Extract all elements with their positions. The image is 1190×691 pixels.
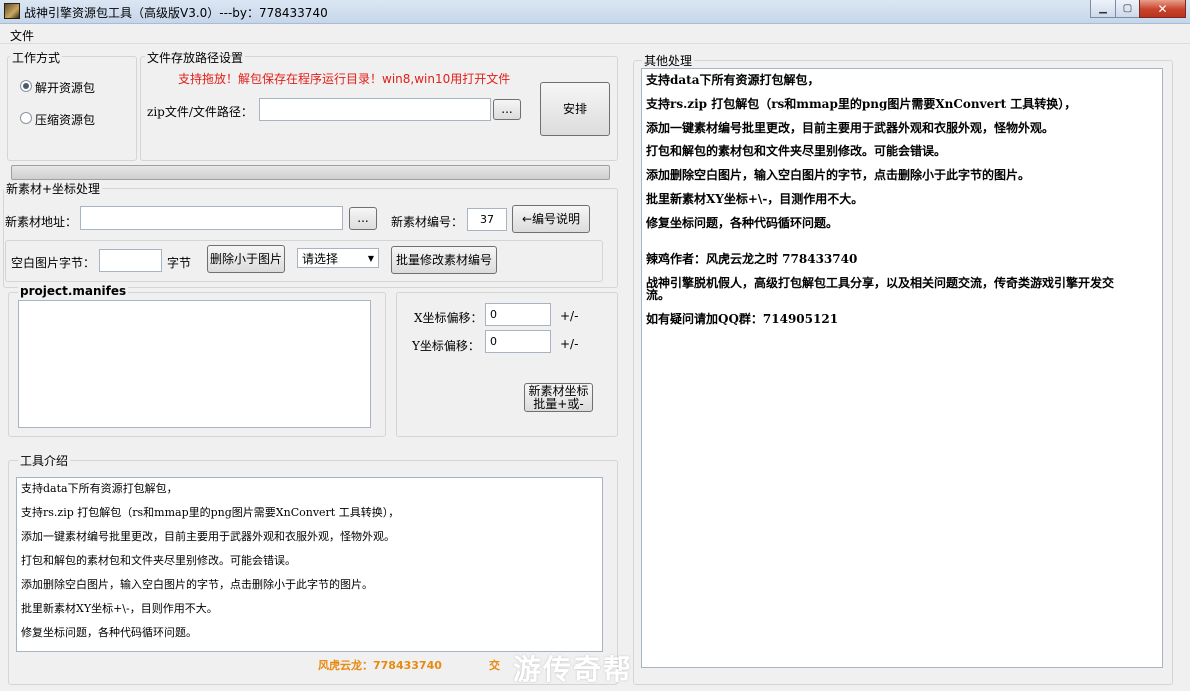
window-title: 战神引擎资源包工具（高级版V3.0）---by：778433740 (24, 6, 328, 20)
y-offset-input[interactable] (485, 330, 551, 353)
drag-drop-notice: 支持拖放！解包保存在程序运行目录！win8,win10用打开文件 (178, 72, 511, 86)
y-offset-label: Y坐标偏移： (412, 339, 480, 353)
other-line: 如有疑问请加QQ群：714905121 (646, 312, 839, 326)
intro-line: 添加删除空白图片，输入空白图片的字节，点击删除小于此字节的图片。 (21, 578, 373, 591)
material-number-label: 新素材编号： (391, 215, 464, 229)
other-title: 其他处理 (642, 52, 695, 69)
other-textarea[interactable]: 支持data下所有资源打包解包， 支持rs.zip 打包解包（rs和mmap里的… (641, 68, 1163, 668)
zip-path-input[interactable] (259, 98, 491, 121)
batch-offset-label-1: 新素材坐标 (528, 383, 589, 398)
other-line: 批里新素材XY坐标+\-，目测作用不大。 (646, 192, 864, 206)
material-address-input[interactable] (80, 206, 343, 230)
other-line: 战神引擎脱机假人，高级打包解包工具分享，以及相关问题交流，传奇类游戏引擎开发交 (646, 276, 1115, 290)
minimize-icon: ▁ (1099, 3, 1107, 14)
app-icon (4, 3, 20, 19)
delete-small-images-button[interactable]: 删除小于图片 (207, 245, 285, 273)
radio-unpack[interactable] (20, 80, 32, 92)
menu-file[interactable]: 文件 (10, 27, 34, 44)
bytes-unit-label: 字节 (167, 256, 192, 270)
chevron-down-icon: ▼ (367, 253, 374, 263)
intro-line: 添加一键素材编号批里更改，目前主要用于武器外观和衣服外观，怪物外观。 (21, 530, 395, 543)
intro-line: 支持rs.zip 打包解包（rs和mmap里的png图片需要XnConvert … (21, 506, 400, 519)
zip-path-label: zip文件/文件路径： (147, 105, 253, 119)
maximize-icon: ▢ (1122, 3, 1133, 14)
blank-bytes-label: 空白图片字节： (11, 256, 96, 270)
radio-pack[interactable] (20, 112, 32, 124)
other-line: 添加一键素材编号批里更改，目前主要用于武器外观和衣服外观，怪物外观。 (646, 121, 1055, 135)
batch-modify-number-button[interactable]: 批量修改素材编号 (391, 246, 497, 274)
intro-line: 批里新素材XY坐标+\-，目则作用不大。 (21, 602, 218, 615)
intro-title: 工具介绍 (18, 452, 71, 469)
y-offset-suffix: +/- (560, 337, 579, 351)
work-mode-title: 工作方式 (10, 49, 63, 66)
watermark: 游传奇帮 (513, 653, 634, 686)
footer-contact: 交 (489, 659, 500, 672)
manifest-title: project.manifes (18, 284, 129, 298)
close-icon: ✕ (1157, 1, 1168, 16)
manifest-textarea[interactable] (18, 300, 371, 428)
x-offset-suffix: +/- (560, 309, 579, 323)
other-line: 修复坐标问题，各种代码循环问题。 (646, 216, 839, 230)
batch-offset-label-2: 批量+或- (533, 396, 584, 411)
minimize-button[interactable]: ▁ (1090, 0, 1116, 18)
type-select[interactable]: 请选择 ▼ (297, 248, 379, 268)
other-line: 支持data下所有资源打包解包， (646, 73, 820, 87)
intro-line: 支持data下所有资源打包解包， (21, 482, 178, 495)
blank-bytes-input[interactable] (99, 249, 162, 272)
number-help-button[interactable]: ←编号说明 (512, 205, 590, 233)
batch-offset-button[interactable]: 新素材坐标 批量+或- (524, 383, 593, 412)
intro-line: 打包和解包的素材包和文件夹尽里别修改。可能会错误。 (21, 554, 296, 567)
type-select-value: 请选择 (302, 251, 339, 266)
progress-bar (11, 165, 610, 180)
radio-unpack-label: 解开资源包 (35, 81, 96, 95)
radio-pack-label: 压缩资源包 (35, 113, 96, 127)
material-number-input[interactable] (467, 208, 507, 231)
other-line: 添加删除空白图片，输入空白图片的字节，点击删除小于此字节的图片。 (646, 168, 1031, 182)
other-line: 支持rs.zip 打包解包（rs和mmap里的png图片需要XnConvert … (646, 97, 1077, 111)
other-line: 打包和解包的素材包和文件夹尽里别修改。可能会错误。 (646, 144, 947, 158)
zip-browse-button[interactable]: ... (493, 99, 521, 120)
work-mode-group (7, 56, 137, 161)
other-line: 辣鸡作者：风虎云龙之时 778433740 (646, 252, 858, 266)
close-button[interactable]: ✕ (1139, 0, 1186, 18)
maximize-button[interactable]: ▢ (1115, 0, 1140, 18)
intro-line: 修复坐标问题，各种代码循环问题。 (21, 626, 197, 639)
arrange-button[interactable]: 安排 (540, 82, 610, 136)
material-browse-button[interactable]: ... (349, 207, 377, 230)
menu-bar (0, 25, 1190, 44)
x-offset-label: X坐标偏移： (414, 311, 483, 325)
new-material-title: 新素材+坐标处理 (4, 180, 103, 197)
footer-author: 风虎云龙：778433740 (318, 659, 442, 672)
intro-textarea[interactable]: 支持data下所有资源打包解包， 支持rs.zip 打包解包（rs和mmap里的… (16, 477, 603, 652)
file-path-title: 文件存放路径设置 (145, 49, 246, 66)
material-address-label: 新素材地址： (5, 215, 78, 229)
other-line: 流。 (646, 288, 671, 302)
x-offset-input[interactable] (485, 303, 551, 326)
